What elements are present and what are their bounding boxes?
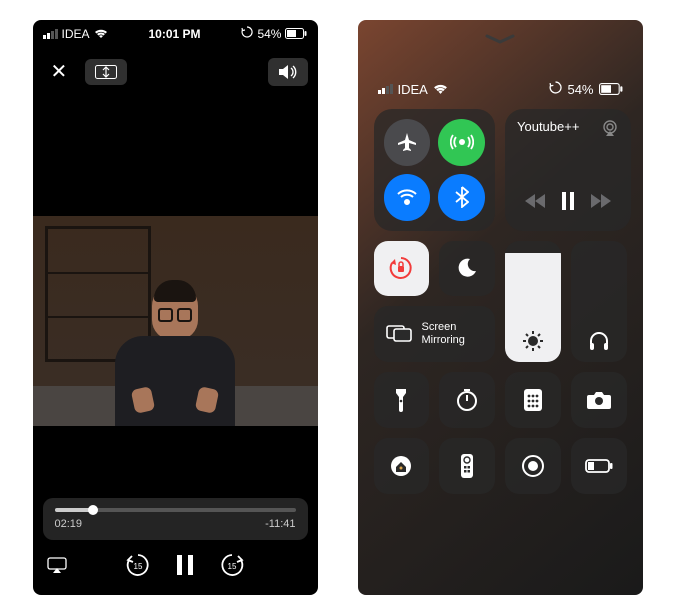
connectivity-module: [374, 109, 496, 231]
phone-right-control-center: IDEA 54%: [358, 20, 643, 595]
pause-button[interactable]: [175, 554, 195, 579]
screen-mirroring-button[interactable]: Screen Mirroring: [374, 306, 496, 362]
collapse-chevron-icon[interactable]: [358, 20, 643, 53]
rewind-15-button[interactable]: 15: [125, 552, 151, 581]
battery-pct: 54%: [567, 82, 593, 97]
svg-text:15: 15: [228, 562, 237, 571]
close-button[interactable]: ✕: [43, 55, 76, 88]
prev-track-button[interactable]: [525, 194, 545, 211]
phone-left-video-player: IDEA 10:01 PM 54% ✕: [33, 20, 318, 595]
airplay-audio-icon[interactable]: [601, 119, 619, 140]
volume-button[interactable]: [268, 58, 308, 86]
signal-icon: [378, 84, 393, 94]
scrubber[interactable]: [55, 508, 296, 512]
remaining-time: -11:41: [265, 518, 295, 530]
carrier-label: IDEA: [62, 27, 90, 41]
battery-pct: 54%: [257, 27, 281, 41]
airplay-button[interactable]: [47, 557, 67, 576]
screen-record-button[interactable]: [505, 438, 561, 494]
brightness-icon: [505, 330, 561, 352]
sync-icon: [549, 81, 562, 97]
headphones-icon: [571, 330, 627, 352]
timer-button[interactable]: [439, 372, 495, 428]
forward-15-button[interactable]: 15: [219, 552, 245, 581]
volume-slider[interactable]: [571, 241, 627, 363]
wifi-toggle[interactable]: [384, 174, 431, 221]
calculator-button[interactable]: [505, 372, 561, 428]
bluetooth-toggle[interactable]: [438, 174, 485, 221]
remote-button[interactable]: [439, 438, 495, 494]
pause-button[interactable]: [561, 192, 575, 213]
screen-mirroring-label: Screen Mirroring: [422, 321, 484, 347]
scrubber-thumb[interactable]: [88, 505, 98, 515]
battery-icon: [599, 83, 623, 95]
next-track-button[interactable]: [591, 194, 611, 211]
screen-mirroring-icon: [386, 323, 412, 346]
carrier-label: IDEA: [398, 82, 428, 97]
clock: 10:01 PM: [148, 27, 200, 41]
player-top-controls: ✕: [33, 47, 318, 96]
wifi-icon: [94, 28, 108, 39]
camera-button[interactable]: [571, 372, 627, 428]
video-frame[interactable]: [33, 216, 318, 426]
cellular-data-toggle[interactable]: [438, 119, 485, 166]
brightness-slider[interactable]: [505, 241, 561, 363]
sync-icon: [241, 26, 253, 41]
home-button[interactable]: [374, 438, 430, 494]
playback-controls: 02:19 -11:41 15 15 .: [43, 498, 308, 581]
elapsed-time: 02:19: [55, 518, 83, 530]
airplane-mode-toggle[interactable]: [384, 119, 431, 166]
status-bar: IDEA 10:01 PM 54%: [33, 20, 318, 47]
now-playing-app: Youtube++: [517, 119, 579, 134]
status-bar: IDEA 54%: [358, 53, 643, 109]
now-playing-module[interactable]: Youtube++: [505, 109, 631, 231]
signal-icon: [43, 29, 58, 39]
wifi-icon: [433, 83, 448, 95]
flashlight-button[interactable]: [374, 372, 430, 428]
svg-text:15: 15: [134, 562, 143, 571]
aspect-toggle-button[interactable]: [85, 59, 127, 85]
low-power-mode-button[interactable]: [571, 438, 627, 494]
do-not-disturb-toggle[interactable]: [439, 241, 495, 297]
orientation-lock-toggle[interactable]: [374, 241, 430, 297]
battery-icon: [285, 28, 307, 39]
